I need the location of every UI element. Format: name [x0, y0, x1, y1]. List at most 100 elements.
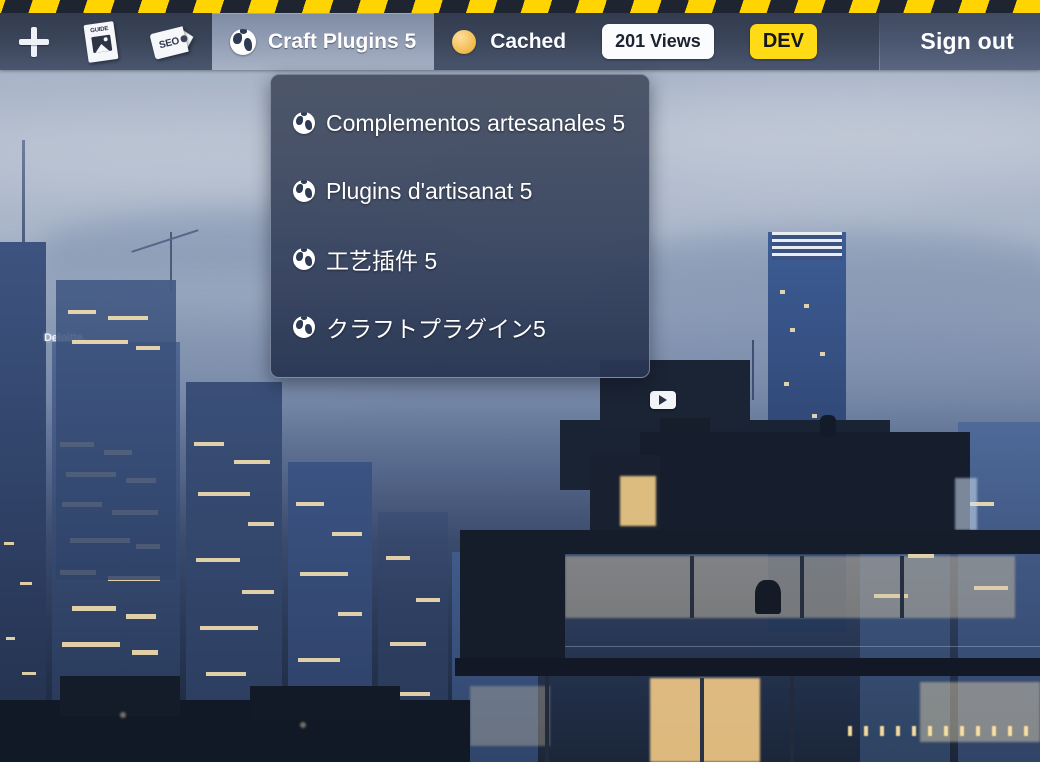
cache-status[interactable]: Cached [434, 13, 584, 70]
window-light [4, 542, 14, 545]
construction-crane [170, 232, 172, 292]
window-light [620, 476, 656, 526]
window-light [196, 558, 240, 562]
seo-tag-icon: SEO [149, 23, 197, 60]
window-light [780, 290, 785, 294]
window-light [812, 414, 817, 418]
terrace-mullion [690, 556, 694, 618]
dropdown-item-label: Plugins d'artisanat 5 [326, 177, 533, 204]
guide-card-icon: GUIDE [83, 20, 119, 63]
window-light [198, 492, 250, 496]
views-counter[interactable]: 201 Views [584, 13, 732, 70]
lower-mullion [790, 676, 794, 762]
globe-icon [230, 28, 256, 55]
sign-out-label: Sign out [920, 28, 1014, 54]
foreground-rooftops [250, 686, 400, 720]
hazard-stripe-bar [0, 0, 1040, 13]
window-light [955, 478, 977, 530]
environment-indicator[interactable]: DEV [732, 13, 835, 70]
antenna-spire [22, 140, 25, 250]
window-light [400, 692, 430, 696]
craft-plugins-menu-button[interactable]: Craft Plugins 5 [212, 13, 435, 70]
window-light [206, 672, 246, 676]
lower-mullion [700, 678, 704, 762]
window-light [416, 598, 440, 602]
window-light [820, 352, 825, 356]
tower-body [56, 280, 176, 580]
window-light [194, 442, 224, 446]
window-light [234, 460, 270, 464]
window-light [200, 626, 258, 630]
window-light [20, 582, 32, 585]
window-light [804, 304, 809, 308]
dropdown-item-label: Complementos artesanales 5 [326, 109, 626, 136]
window-light [68, 310, 96, 314]
penthouse-lower-slab [455, 658, 1040, 676]
street-light [120, 712, 126, 718]
window-light [108, 316, 148, 320]
penthouse-roof-mass [640, 432, 970, 532]
window-light [386, 556, 410, 560]
cache-status-label: Cached [490, 29, 567, 53]
foreground-rooftops [60, 676, 180, 716]
app-root: Deloitte. [0, 0, 1040, 762]
skyline-tower [56, 280, 176, 580]
terrace-interior-light [565, 556, 1015, 618]
window-light [248, 522, 274, 526]
terrace-mullion [800, 556, 804, 618]
window-light [338, 612, 362, 616]
window-light [22, 672, 36, 675]
penthouse-roof-vent [660, 418, 710, 434]
dropdown-item-label: 工艺插件 5 [326, 248, 438, 274]
window-light [298, 658, 340, 662]
craft-plugins-label: Craft Plugins 5 [268, 29, 417, 53]
dropdown-item-spanish[interactable]: Complementos artesanales 5 [271, 89, 649, 157]
window-light [6, 637, 15, 640]
guide-button[interactable]: GUIDE [68, 13, 134, 70]
window-light [300, 572, 348, 576]
tower-crown-bands [772, 232, 842, 260]
guide-image-glyph [90, 34, 112, 53]
window-light [390, 642, 426, 646]
play-badge-icon[interactable] [650, 391, 676, 409]
views-badge: 201 Views [602, 24, 714, 59]
window-light [784, 382, 789, 386]
globe-icon [293, 248, 315, 270]
amber-dot-icon [452, 29, 477, 54]
tower-body [0, 242, 46, 762]
guide-icon-label: GUIDE [89, 25, 109, 34]
lower-mullion [545, 676, 549, 762]
add-button[interactable] [0, 13, 68, 70]
seo-button[interactable]: SEO [134, 13, 212, 70]
dropdown-item-japanese[interactable]: クラフトプラグイン5 [271, 293, 649, 361]
penthouse-chimney [820, 415, 836, 437]
admin-toolbar: GUIDE SEO Craft Plugins 5 Cached 201 Vie… [0, 13, 1040, 70]
window-light [790, 328, 795, 332]
globe-icon [293, 180, 315, 202]
skyline-tower [0, 242, 46, 762]
globe-icon [293, 316, 315, 338]
construction-crane [752, 340, 754, 400]
penthouse-left-wing [460, 548, 565, 658]
dropdown-item-label: クラフトプラグイン5 [326, 316, 546, 342]
plus-icon [18, 26, 50, 58]
window-light [136, 346, 160, 350]
cloud-band [620, 90, 1040, 180]
dropdown-item-chinese[interactable]: 工艺插件 5 [271, 225, 649, 293]
env-badge: DEV [749, 24, 817, 59]
street-light [300, 722, 306, 728]
window-light [72, 340, 128, 344]
window-light [332, 532, 362, 536]
lower-interior-light [650, 678, 760, 762]
sign-out-button[interactable]: Sign out [880, 13, 1040, 70]
window-light [242, 590, 274, 594]
craft-plugins-dropdown: Complementos artesanales 5 Plugins d'art… [270, 74, 650, 378]
string-lights [848, 726, 1038, 736]
terrace-planter [755, 580, 781, 614]
globe-icon [293, 112, 315, 134]
terrace-mullion [900, 556, 904, 618]
lower-interior-light [470, 686, 550, 746]
window-light [296, 502, 324, 506]
dropdown-item-french[interactable]: Plugins d'artisanat 5 [271, 157, 649, 225]
